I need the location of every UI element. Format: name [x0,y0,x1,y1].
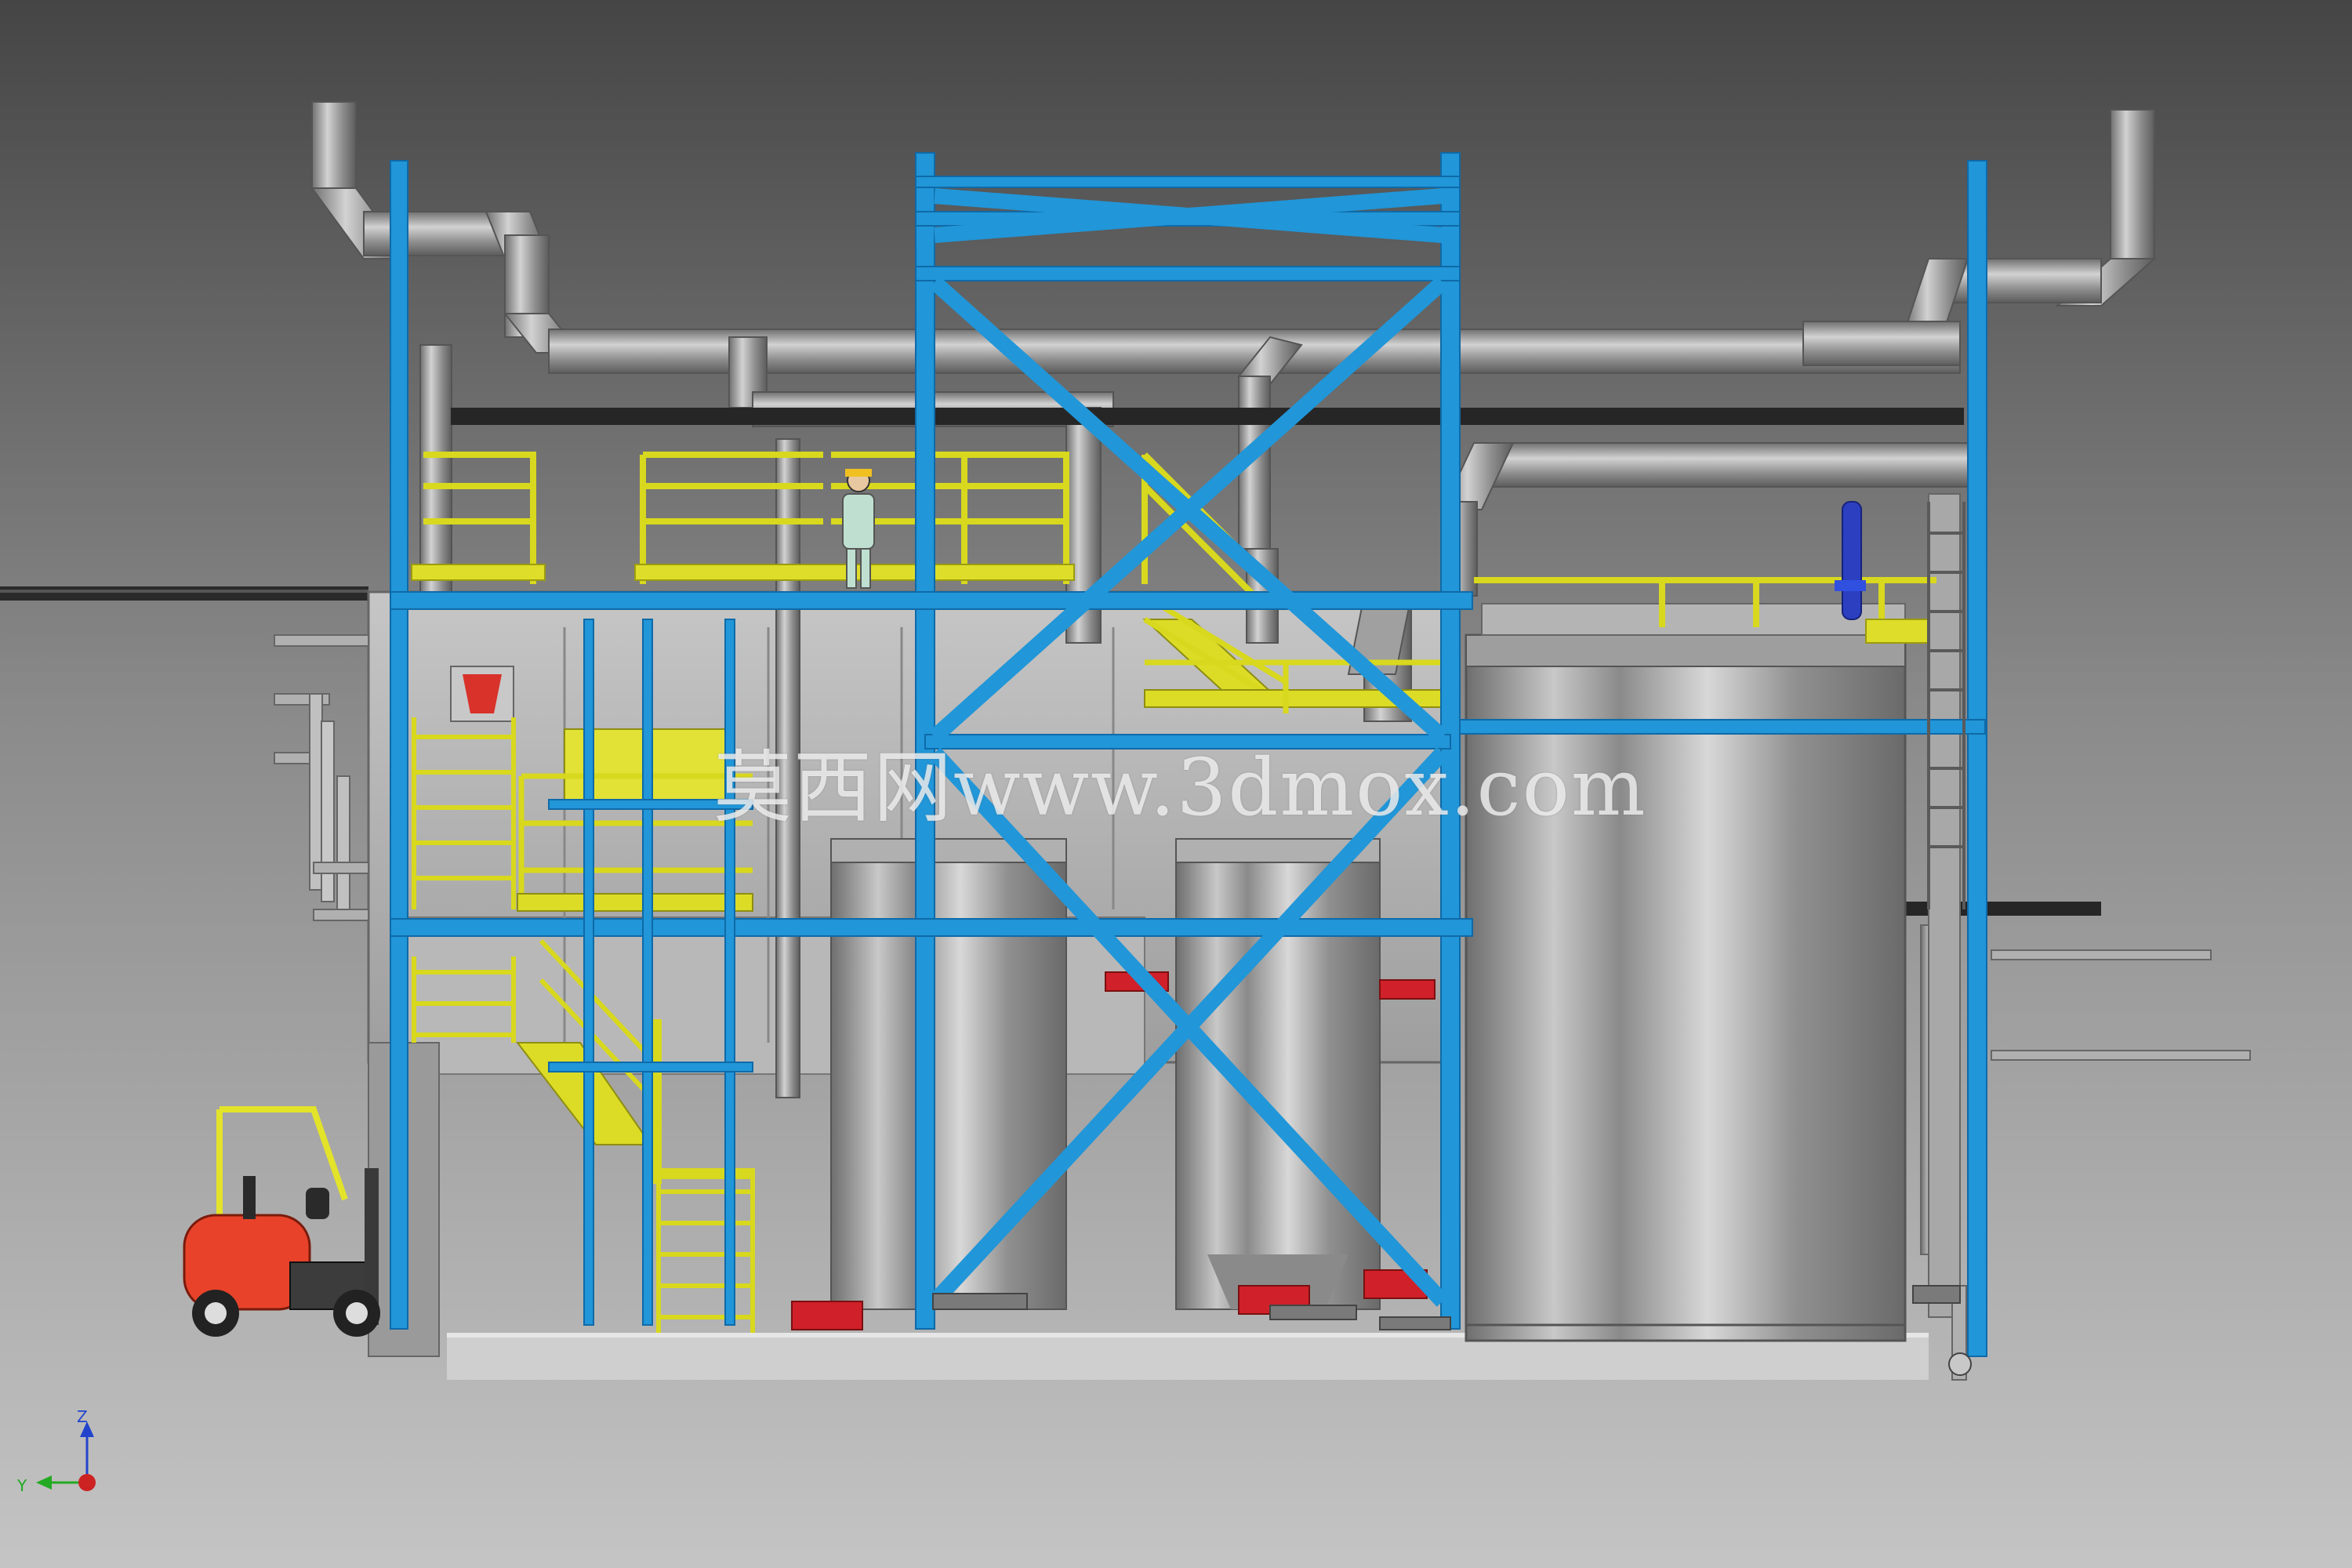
incoming-pipe-left [0,586,368,601]
axis-triad-graphic [36,1421,96,1491]
ventilation-unit-left [450,666,514,722]
upper-dark-beam [451,408,1964,425]
plant-3d-model-view[interactable] [0,0,2352,1568]
z-axis-label: Z [77,1407,88,1426]
y-axis-arrow-icon [36,1475,52,1490]
cad-viewport[interactable]: 莫西网www.3dmox.com Z Y [0,0,2352,1568]
tank-large-right [1465,603,1907,1342]
axis-triad-icon: Z Y [16,1407,125,1509]
y-axis-label: Y [17,1476,27,1495]
x-axis-dot-icon [78,1474,96,1491]
tank-center-left [830,838,1067,1310]
tank-center-right [1175,838,1381,1310]
